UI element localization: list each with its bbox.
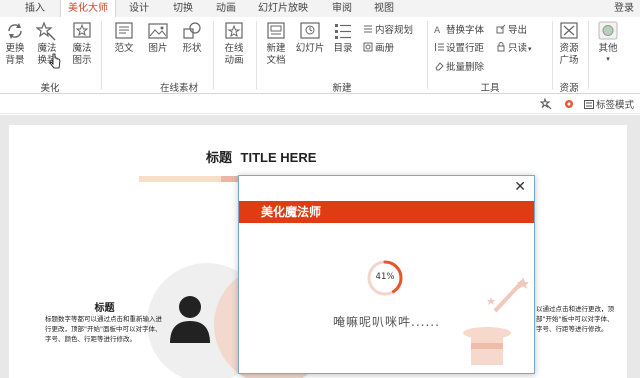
tab-beautify-master[interactable]: 美化大师 [60, 0, 116, 17]
person-icon [170, 296, 210, 343]
ribbon-panel: 更换 背景 魔法 换装 魔法 图示 美化 范文 图片 形状 在线 动画 在线素材… [0, 17, 640, 94]
new-document-icon [267, 22, 285, 39]
export-label: 导出 [508, 25, 528, 36]
resource-square-label: 资源 广场 [559, 43, 579, 66]
left-heading: 标题 [94, 303, 115, 314]
slide-title: 标题 TITLE HERE [206, 147, 316, 166]
tab-slideshow[interactable]: 幻灯片放映 [255, 0, 311, 17]
online-animation-button[interactable]: 在线 动画 [220, 21, 248, 67]
label-mode-label: 标签模式 [596, 100, 635, 111]
replace-font-label: 替换字体 [446, 25, 485, 36]
beautify-wizard-dialog: ✕ 美化魔法师 41% 唵嘛呢叭咪吽...... [238, 175, 535, 374]
template-label: 范文 [114, 43, 134, 54]
tab-transitions[interactable]: 切换 [168, 0, 198, 17]
slide-icon [300, 22, 320, 39]
batch-delete-button[interactable]: 批量删除 [434, 61, 484, 74]
gear-icon[interactable] [563, 98, 575, 110]
ribbon-separator [588, 21, 589, 89]
font-icon: A [434, 26, 441, 34]
secondary-toolbar: 标签模式 [0, 95, 640, 114]
group-label-create: 新建 [332, 83, 352, 94]
grid-close-icon [560, 22, 578, 39]
change-background-label: 更换 背景 [5, 43, 25, 66]
album-button[interactable]: 画册 [363, 42, 394, 55]
online-animation-label: 在线 动画 [224, 43, 244, 66]
content-plan-label: 内容规划 [375, 25, 414, 36]
content-plan-icon [364, 25, 372, 33]
album-label: 画册 [375, 43, 395, 54]
other-circle-icon [598, 21, 618, 40]
progress-percent: 41% [375, 272, 395, 282]
ribbon-separator [213, 21, 214, 89]
group-label-beautify: 美化 [40, 83, 60, 94]
shape-button[interactable]: 形状 [178, 21, 206, 55]
tab-insert[interactable]: 插入 [20, 0, 50, 17]
svg-text:A: A [434, 26, 441, 34]
readonly-label: 只读 [508, 43, 528, 54]
tab-design[interactable]: 设计 [124, 0, 154, 17]
magic-diagram-button[interactable]: 魔法 图示 [68, 21, 96, 67]
document-icon [115, 22, 133, 39]
ribbon-tab-bar: 插入 美化大师 设计 切换 动画 幻灯片放映 审阅 视图 登录 [0, 0, 640, 17]
replace-font-button[interactable]: A 替换字体 [434, 24, 484, 37]
magician-hat-icon [463, 277, 529, 365]
table-of-contents-label: 目录 [333, 43, 353, 54]
table-of-contents-button[interactable]: 目录 [330, 21, 356, 55]
slide-label: 幻灯片 [295, 43, 325, 54]
shape-label: 形状 [182, 43, 202, 54]
left-body-text: 标题数字等都可以通过点击和重新输入进行更改，顶部"开始"面板中可以对字体、字号、… [45, 315, 162, 343]
chevron-down-icon: ▾ [606, 55, 610, 63]
picture-button[interactable]: 图片 [144, 21, 172, 55]
diagram-star-icon [73, 22, 91, 38]
resource-square-button[interactable]: 资源 广场 [556, 21, 582, 67]
line-spacing-label: 设置行距 [446, 43, 485, 54]
chevron-down-icon: ▾ [528, 45, 532, 53]
right-body-text: 以通过点击和进行更改，顶部"开始"板中可以对字体、字号、行距等进行修改。 [536, 305, 614, 333]
ribbon-separator [552, 21, 553, 89]
picture-label: 图片 [148, 43, 168, 54]
new-document-button[interactable]: 新建 文档 [262, 21, 290, 67]
label-mode-button[interactable]: 标签模式 [584, 97, 634, 111]
animation-star-icon [225, 22, 243, 39]
tab-review[interactable]: 审阅 [327, 0, 357, 17]
slide-button[interactable]: 幻灯片 [294, 21, 326, 55]
image-icon [148, 23, 168, 39]
ribbon-separator [427, 21, 428, 89]
refresh-icon [8, 23, 22, 39]
ribbon-separator [101, 21, 102, 89]
magic-diagram-label: 魔法 图示 [72, 43, 92, 66]
lock-icon [497, 42, 505, 52]
line-spacing-button[interactable]: 设置行距 [434, 42, 484, 55]
mouse-cursor-icon [49, 53, 61, 69]
other-label: 其他 [598, 43, 618, 54]
shapes-icon [183, 22, 201, 39]
album-icon [363, 42, 373, 52]
tab-view[interactable]: 视图 [369, 0, 399, 17]
tab-animations[interactable]: 动画 [211, 0, 241, 17]
content-plan-button[interactable]: 内容规划 [363, 24, 413, 37]
line-spacing-icon [435, 43, 444, 51]
export-button[interactable]: 导出 [496, 24, 527, 37]
batch-delete-label: 批量删除 [446, 62, 485, 73]
other-button[interactable]: 其他 ▾ [594, 21, 622, 63]
readonly-dropdown[interactable]: 只读▾ [496, 42, 532, 55]
eraser-icon [435, 62, 444, 71]
new-document-label: 新建 文档 [266, 43, 286, 66]
slide-title-en: TITLE HERE [240, 150, 317, 165]
slide-title-cn: 标题 [206, 151, 233, 166]
group-label-tools: 工具 [480, 83, 500, 94]
ribbon-separator [256, 21, 257, 89]
group-label-resources: 资源 [559, 83, 579, 94]
export-icon [496, 24, 506, 34]
magic-wand-icon [36, 21, 56, 41]
login-link[interactable]: 登录 [614, 0, 634, 17]
magic-wand-icon[interactable] [540, 98, 552, 110]
list-icon [335, 24, 351, 39]
dialog-title: 美化魔法师 [239, 201, 534, 223]
template-button[interactable]: 范文 [110, 21, 138, 55]
group-label-online-assets: 在线素材 [159, 83, 198, 94]
tag-icon [584, 100, 594, 109]
change-background-button[interactable]: 更换 背景 [2, 21, 28, 67]
close-icon[interactable]: ✕ [514, 180, 526, 194]
